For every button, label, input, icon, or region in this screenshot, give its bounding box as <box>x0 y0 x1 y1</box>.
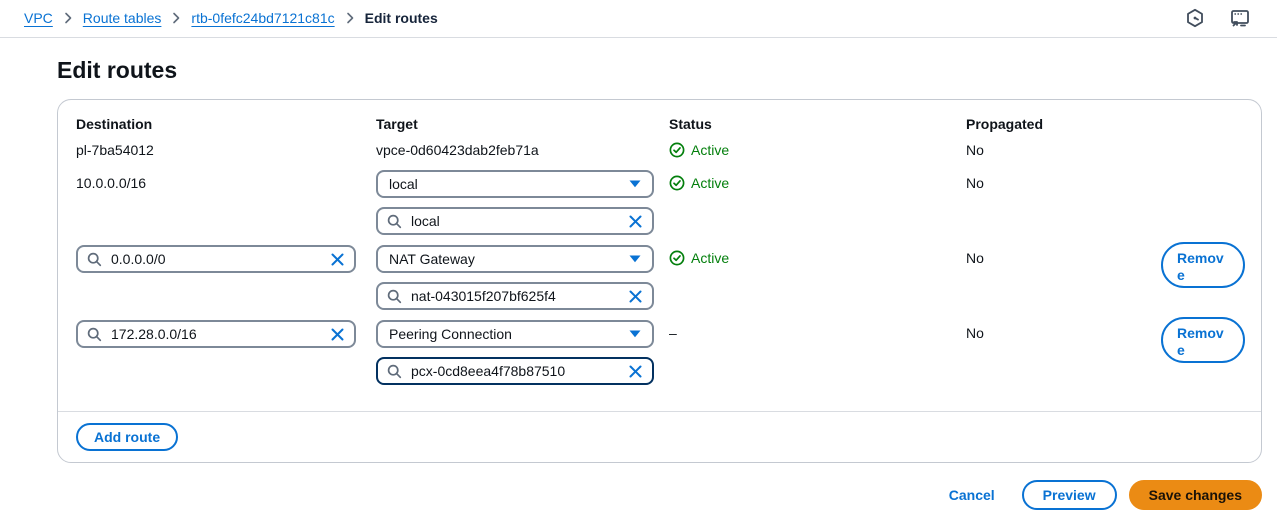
target-search-box <box>376 207 654 235</box>
target-select[interactable]: Peering Connection <box>376 320 654 348</box>
preview-button[interactable]: Preview <box>1022 480 1117 510</box>
route-row-4: Peering Connection – No Remove <box>76 320 1245 385</box>
status-dash: – <box>669 320 966 341</box>
cancel-button[interactable]: Cancel <box>949 487 995 503</box>
destination-search-box <box>76 320 356 348</box>
chevron-right-icon <box>64 12 72 24</box>
destination-value: pl-7ba54012 <box>76 141 376 158</box>
check-circle-icon <box>669 142 685 158</box>
search-icon <box>387 289 402 304</box>
target-search-input[interactable] <box>411 363 619 379</box>
breadcrumb-current: Edit routes <box>365 10 438 26</box>
target-search-box-focused <box>376 357 654 385</box>
hexagon-clock-icon[interactable] <box>1185 8 1205 28</box>
breadcrumb-link-route-tables[interactable]: Route tables <box>83 10 162 26</box>
propagated-value: No <box>966 170 1161 191</box>
column-header-target: Target <box>376 116 669 132</box>
search-icon <box>387 364 402 379</box>
destination-input[interactable] <box>111 326 321 342</box>
route-row-3: NAT Gateway Active No Remove <box>76 245 1245 310</box>
target-select[interactable]: NAT Gateway <box>376 245 654 273</box>
edit-routes-panel: Destination Target Status Propagated pl-… <box>57 99 1262 463</box>
clear-icon[interactable] <box>628 289 643 304</box>
breadcrumb-link-vpc[interactable]: VPC <box>24 10 53 26</box>
column-header-destination: Destination <box>76 116 376 132</box>
check-circle-icon <box>669 250 685 266</box>
target-search-input[interactable] <box>411 288 619 304</box>
propagated-value: No <box>966 245 1161 266</box>
clear-icon[interactable] <box>330 252 345 267</box>
destination-value: 10.0.0.0/16 <box>76 170 376 191</box>
propagated-value: No <box>966 320 1161 341</box>
target-search-box <box>376 282 654 310</box>
chevron-right-icon <box>172 12 180 24</box>
status-badge: Active <box>669 250 729 266</box>
search-icon <box>87 327 102 342</box>
search-icon <box>387 214 402 229</box>
caret-down-icon <box>629 255 641 263</box>
target-select[interactable]: local <box>376 170 654 198</box>
remove-route-button[interactable]: Remove <box>1161 242 1245 288</box>
search-icon <box>87 252 102 267</box>
destination-input[interactable] <box>111 251 321 267</box>
route-row-1: pl-7ba54012 vpce-0d60423dab2feb71a Activ… <box>76 141 1245 161</box>
breadcrumb: VPC Route tables rtb-0fefc24bd7121c81c E… <box>24 10 438 26</box>
column-header-propagated: Propagated <box>966 116 1161 132</box>
column-header-status: Status <box>669 116 966 132</box>
propagated-value: No <box>966 141 1161 158</box>
clear-icon[interactable] <box>628 364 643 379</box>
route-row-2: 10.0.0.0/16 local Active No <box>76 170 1245 235</box>
chevron-right-icon <box>346 12 354 24</box>
breadcrumb-bar: VPC Route tables rtb-0fefc24bd7121c81c E… <box>0 0 1277 38</box>
table-header-row: Destination Target Status Propagated <box>76 116 1245 132</box>
save-changes-button[interactable]: Save changes <box>1129 480 1262 510</box>
add-route-button[interactable]: Add route <box>76 423 178 451</box>
destination-search-box <box>76 245 356 273</box>
page-title: Edit routes <box>57 57 1262 84</box>
console-window-icon[interactable] <box>1229 8 1251 28</box>
status-badge: Active <box>669 142 729 158</box>
breadcrumb-link-route-table-id[interactable]: rtb-0fefc24bd7121c81c <box>191 10 334 26</box>
caret-down-icon <box>629 180 641 188</box>
page-actions: Cancel Preview Save changes <box>0 480 1262 510</box>
check-circle-icon <box>669 175 685 191</box>
caret-down-icon <box>629 330 641 338</box>
target-value: vpce-0d60423dab2feb71a <box>376 141 669 158</box>
clear-icon[interactable] <box>628 214 643 229</box>
clear-icon[interactable] <box>330 327 345 342</box>
card-footer: Add route <box>58 411 1261 462</box>
remove-route-button[interactable]: Remove <box>1161 317 1245 363</box>
status-badge: Active <box>669 175 729 191</box>
target-search-input[interactable] <box>411 213 619 229</box>
